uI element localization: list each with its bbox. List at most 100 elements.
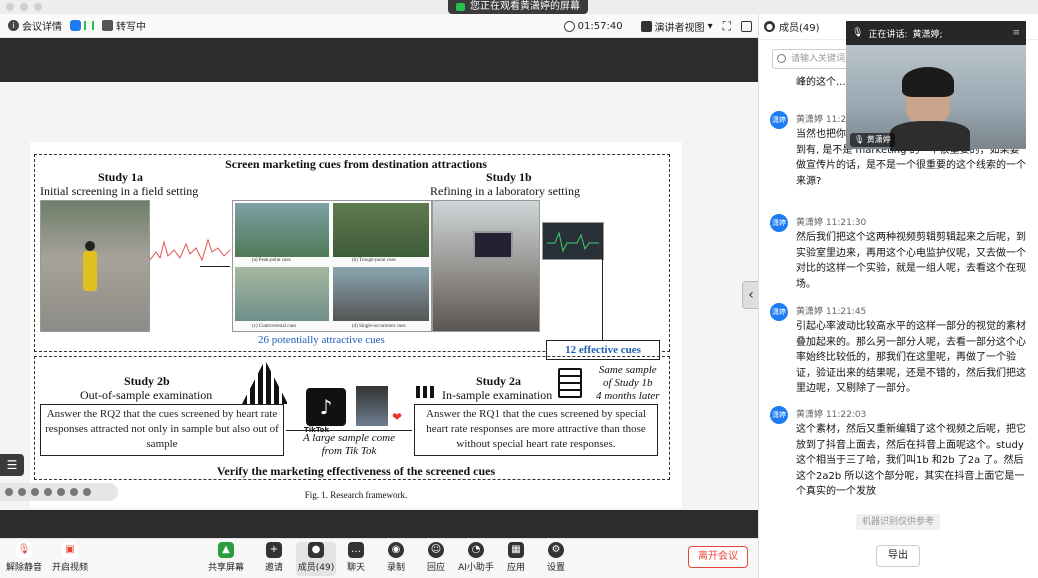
laboratory-photo [432, 200, 540, 332]
emoji-icon[interactable] [70, 488, 78, 496]
share-banner: 您正在观看黄潇婷的屏幕 [448, 0, 588, 14]
annotation-tool-icon[interactable] [18, 488, 26, 496]
study1b-title: Study 1b [486, 170, 532, 184]
meeting-details-button[interactable]: i 会议详情 [8, 18, 62, 33]
maximize-window-button[interactable] [34, 3, 42, 11]
ai-assistant-button[interactable]: ◔ AI小助手 [456, 542, 496, 573]
reaction-button[interactable]: ☺ 回应 [416, 542, 456, 573]
transcript-meta: 黄潇婷 11:21:45 [796, 307, 867, 317]
speaking-label: 正在讲话: [868, 29, 908, 40]
camera-icon[interactable] [57, 488, 65, 496]
record-label: 录制 [386, 563, 405, 573]
small-group-icon [416, 386, 436, 398]
view-mode-dropdown[interactable]: 演讲者视图 ▾ [640, 19, 713, 34]
study1b-subtitle: Refining in a laboratory setting [430, 184, 580, 198]
invite-label: 邀请 [264, 563, 283, 573]
chat-label: 聊天 [346, 563, 365, 573]
chat-button[interactable]: … 聊天 [336, 542, 376, 573]
select-icon[interactable] [44, 488, 52, 496]
chevron-down-icon: ▾ [707, 20, 713, 32]
cue-caption-c: (c) Controversial cues [252, 324, 297, 329]
shared-screen-bottom-margin [0, 510, 758, 538]
tiktok-logo-icon: ♪ [306, 388, 346, 426]
transcript-text: 引起心率波动比较高水平的这样一部分的视觉的素材叠加起来的。那么另一部分人呢，去看… [796, 321, 1026, 394]
study1a-subtitle: Initial screening in a field setting [40, 184, 199, 198]
mic-muted-icon: 🎙 [16, 542, 32, 558]
start-video-button[interactable]: ▣ 开启视频 [50, 542, 90, 573]
video-name-label: 黄潇婷 [866, 135, 891, 144]
figure-footer: Verify the marketing effectiveness of th… [216, 464, 496, 478]
unmute-label: 解除静音 [5, 563, 42, 573]
transcript-message: 潇婷 黄潇婷 11:22:03 这个素材，然后又重新编辑了这个视频之后呢，把它放… [770, 406, 1032, 502]
chat-icon: … [348, 542, 364, 558]
avatar: 潇婷 [770, 406, 788, 424]
members-button[interactable]: ● 成员(49) [296, 542, 336, 576]
layout-icon [640, 20, 652, 32]
info-icon: i [8, 20, 19, 31]
study2b-subtitle: Out-of-sample examination [80, 388, 213, 402]
share-screen-button[interactable]: ▲ 共享屏幕 [206, 542, 246, 573]
minimize-window-button[interactable] [20, 3, 28, 11]
cue-caption-d: (d) Single-occurrence cues [352, 324, 406, 329]
study2a-subtitle: In-sample examination [442, 388, 553, 402]
sidebar-toggle-icon[interactable] [741, 20, 752, 32]
arrow-1b-down [602, 242, 603, 340]
apps-icon: ▦ [508, 542, 524, 558]
close-window-button[interactable] [6, 3, 14, 11]
control-bar: 🎙 解除静音 ▣ 开启视频 ▲ 共享屏幕 + 邀请 ● 成员(49) … 聊天 … [0, 538, 758, 578]
record-icon: ◉ [388, 542, 404, 558]
settings-button[interactable]: ⚙ 设置 [536, 542, 576, 573]
screen-share-icon [456, 3, 465, 11]
fullscreen-icon[interactable]: ⛶ [723, 19, 731, 34]
annotation-tool-icon[interactable] [5, 488, 13, 496]
cue-caption-b: (b) Trough-point cues [352, 258, 396, 263]
start-video-label: 开启视频 [51, 563, 88, 573]
mic-icon: 🎙 [854, 135, 865, 144]
leave-meeting-button[interactable]: 离开会议 [688, 546, 748, 568]
study1a-title: Study 1a [98, 170, 144, 184]
shield-icon [70, 20, 81, 31]
security-status[interactable] [70, 20, 94, 31]
more-icon[interactable] [83, 488, 91, 496]
large-sample-line1: A large sample come [303, 432, 395, 444]
speaker-name: 黄潇婷; [912, 29, 943, 40]
record-button[interactable]: ◉ 录制 [376, 542, 416, 573]
view-mode-label: 演讲者视图 [654, 22, 705, 34]
pen-icon[interactable] [31, 488, 39, 496]
transcribe-button[interactable]: 转写中 [102, 18, 146, 33]
transcript-message: 潇婷 黄潇婷 11:21:45 引起心率波动比较高水平的这样一部分的视觉的素材叠… [770, 303, 1032, 399]
export-button[interactable]: 导出 [876, 545, 920, 567]
share-screen-label: 共享屏幕 [207, 563, 244, 573]
speaker-video-header: 🎙 正在讲话: 黄潇婷; ≡ [846, 21, 1026, 45]
shared-screen-top-margin [0, 38, 758, 82]
annotation-toolbar[interactable] [0, 483, 118, 501]
members-icon: ● [764, 21, 775, 32]
unmute-button[interactable]: 🎙 解除静音 [4, 542, 44, 573]
avatar: 潇婷 [770, 303, 788, 321]
transcribe-icon [102, 20, 113, 31]
field-setting-photo [40, 200, 150, 332]
members-label: 成员(49) [297, 563, 335, 573]
ai-assistant-label: AI小助手 [458, 563, 494, 573]
settings-label: 设置 [546, 563, 565, 573]
apps-label: 应用 [506, 563, 525, 573]
transcript-meta: 黄潇婷 11:22:03 [796, 410, 867, 420]
list-menu-button[interactable]: ☰ [0, 454, 24, 476]
apps-button[interactable]: ▦ 应用 [496, 542, 536, 573]
panel-title: 成员(49) [779, 23, 820, 34]
heart-rate-wave-icon [150, 238, 230, 262]
transcript-meta: 黄潇婷 11:2 [796, 115, 847, 125]
elapsed-time-value: 01:57:40 [577, 20, 623, 32]
invite-button[interactable]: + 邀请 [254, 542, 294, 573]
arrow-1a-to-cues [200, 266, 230, 267]
research-framework-figure: Screen marketing cues from destination a… [30, 142, 682, 508]
heart-icon: ❤ [392, 410, 403, 424]
more-icon[interactable]: ≡ [1012, 28, 1020, 38]
rq2-answer-box: Answer the RQ2 that the cues screened by… [40, 404, 284, 456]
elapsed-time: 01:57:40 [563, 20, 623, 32]
avatar: 潇婷 [770, 111, 788, 129]
meeting-details-label: 会议详情 [22, 22, 62, 33]
cue-caption-a: (a) Peak-point cues [252, 258, 291, 263]
attractive-cues-label: 26 potentially attractive cues [258, 334, 385, 346]
video-name-tag: 🎙 黄潇婷 [850, 133, 895, 147]
